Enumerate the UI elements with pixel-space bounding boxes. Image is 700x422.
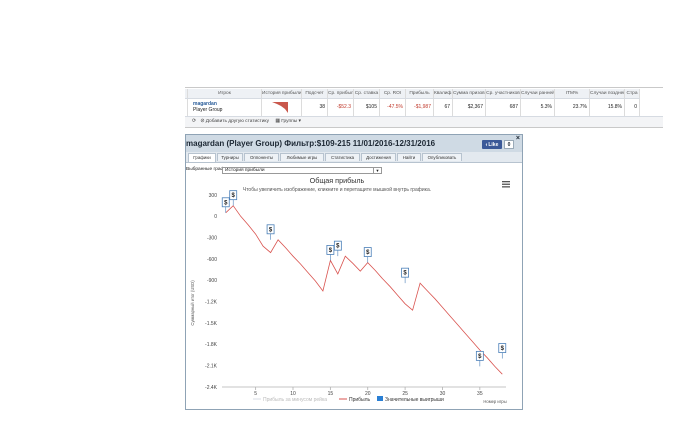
cell-qualified: 67 bbox=[434, 99, 453, 116]
tab-tournaments[interactable]: Турниры bbox=[217, 153, 243, 161]
col-header-avg-roi[interactable]: Ср. ROI bbox=[380, 89, 406, 98]
chevron-down-icon[interactable]: ▾ bbox=[299, 119, 301, 124]
y-tick-label: -300 bbox=[207, 235, 217, 241]
stats-table: Игрок История прибыли Подсчет Ср. прибыл… bbox=[185, 87, 663, 128]
facebook-icon: f bbox=[485, 142, 487, 147]
refresh-icon[interactable]: ⟳ bbox=[192, 119, 196, 124]
col-header-itm[interactable]: ITM% bbox=[555, 89, 590, 98]
col-header-profit[interactable]: Прибыль bbox=[406, 89, 434, 98]
x-tick-label: 5 bbox=[254, 391, 257, 397]
y-tick-label: -2.4K bbox=[205, 385, 218, 391]
col-header-prize-sum[interactable]: Сумма призовых bbox=[453, 89, 486, 98]
y-tick-label: -1.5K bbox=[205, 321, 218, 327]
cell-avg-entrants: 687 bbox=[486, 99, 521, 116]
close-icon[interactable]: × bbox=[516, 135, 520, 142]
facebook-like-button[interactable]: f Like bbox=[482, 140, 502, 149]
cell-avg-profit: -$52.3 bbox=[328, 99, 354, 116]
chart-title: Общая прибыль bbox=[310, 176, 365, 185]
y-tick-label: -600 bbox=[207, 257, 217, 263]
menu-line bbox=[502, 186, 510, 188]
col-header-count[interactable]: Подсчет bbox=[302, 89, 328, 98]
col-header-avg-entrants[interactable]: Ср. участников bbox=[486, 89, 521, 98]
chart-legend: Прибыль за минусом рейка Прибыль Значите… bbox=[253, 396, 444, 403]
facebook-like-count: 0 bbox=[504, 140, 514, 149]
cell-avg-stake: $105 bbox=[354, 99, 380, 116]
tab-opponents[interactable]: Оппоненты bbox=[244, 153, 279, 161]
tab-bar: Графики Турниры Оппоненты Любимые игры С… bbox=[186, 152, 522, 163]
menu-line bbox=[502, 181, 510, 183]
col-header-avg-stake[interactable]: Ср. ставка bbox=[354, 89, 380, 98]
window-title: magardan (Player Group) Фильтр:$109-215 … bbox=[186, 139, 436, 148]
col-header-player[interactable]: Игрок bbox=[188, 89, 262, 98]
cell-count: 38 bbox=[302, 99, 328, 116]
col-header-avg-profit[interactable]: Ср. прибыль bbox=[328, 89, 354, 98]
profit-chart[interactable]: Общая прибыль Чтобы увеличить изображени… bbox=[186, 175, 522, 410]
legend-profit[interactable]: Прибыль bbox=[349, 397, 371, 403]
y-tick-label: -2.1K bbox=[205, 363, 218, 369]
sparkline-graphic bbox=[272, 102, 288, 113]
table-row[interactable]: magardan Player Group 38 -$52.3 $105 -47… bbox=[185, 99, 640, 116]
groups-icon: ▦ bbox=[275, 119, 280, 124]
y-tick-label: 300 bbox=[209, 193, 218, 199]
chart-subtitle: Чтобы увеличить изображение, кликните и … bbox=[243, 186, 431, 193]
chart-select-value: История прибыли bbox=[225, 168, 265, 173]
tab-achievements[interactable]: Достижения bbox=[361, 153, 396, 161]
tab-find[interactable]: Найти bbox=[397, 153, 421, 161]
x-tick-label: 35 bbox=[477, 391, 483, 397]
x-tick-label: 15 bbox=[328, 391, 334, 397]
cell-profit: -$1,987 bbox=[406, 99, 434, 116]
legend-big-wins[interactable]: Значительные выигрыши bbox=[385, 397, 444, 403]
groups-dropdown[interactable]: Группы bbox=[281, 119, 297, 124]
tab-statistics[interactable]: Статистика bbox=[325, 153, 360, 161]
cell-early-cases: 5.3% bbox=[521, 99, 555, 116]
tab-favorite-games[interactable]: Любимые игры bbox=[280, 153, 324, 161]
chart-select[interactable]: История прибыли ▼ bbox=[222, 167, 382, 174]
window-title-bar[interactable]: magardan (Player Group) Фильтр:$109-215 … bbox=[186, 135, 522, 152]
y-tick-label: -1.8K bbox=[205, 342, 218, 348]
legend-net-profit[interactable]: Прибыль за минусом рейка bbox=[263, 396, 327, 403]
cell-late-cases: 15.8% bbox=[590, 99, 625, 116]
chart-menu-icon[interactable] bbox=[500, 180, 510, 189]
menu-line bbox=[502, 183, 510, 185]
table-footer: ⟳ ⊘ Добавить другую статистику ▦ Группы … bbox=[185, 116, 663, 127]
table-header: Игрок История прибыли Подсчет Ср. прибыл… bbox=[185, 89, 640, 99]
facebook-like-label: Like bbox=[488, 142, 499, 148]
col-header-profit-history[interactable]: История прибыли bbox=[262, 89, 302, 98]
chart-window: magardan (Player Group) Фильтр:$109-215 … bbox=[185, 134, 523, 410]
player-cell[interactable]: magardan Player Group bbox=[188, 99, 262, 116]
cell-itm: 23.7% bbox=[555, 99, 590, 116]
col-header-extra[interactable]: Стра bbox=[625, 89, 640, 98]
x-axis-label: Номер игры bbox=[483, 399, 506, 404]
col-header-qualified[interactable]: Квалиф. bbox=[434, 89, 453, 98]
chevron-down-icon[interactable]: ▼ bbox=[373, 168, 381, 173]
y-tick-label: -1.2K bbox=[205, 299, 218, 305]
link-icon: ⊘ bbox=[200, 119, 205, 124]
cell-extra: 0 bbox=[625, 99, 640, 116]
col-header-early-cases[interactable]: Случаи ранней bbox=[521, 89, 555, 98]
cell-prize-sum: $2,367 bbox=[453, 99, 486, 116]
y-axis-label: Суммарный итог (USD) bbox=[190, 280, 195, 326]
y-tick-label: 0 bbox=[214, 214, 217, 220]
player-group-label: Player Group bbox=[193, 107, 223, 113]
profit-history-sparkline[interactable] bbox=[262, 99, 302, 116]
tab-charts[interactable]: Графики bbox=[188, 153, 216, 162]
tab-publish[interactable]: Опубликовать bbox=[422, 153, 462, 161]
add-stat-link[interactable]: Добавить другую статистику bbox=[206, 119, 269, 124]
legend-swatch-big-wins bbox=[377, 396, 383, 401]
cell-avg-roi: -47.5% bbox=[380, 99, 406, 116]
y-tick-label: -900 bbox=[207, 278, 217, 284]
col-header-late-cases[interactable]: Случаи поздней bbox=[590, 89, 625, 98]
